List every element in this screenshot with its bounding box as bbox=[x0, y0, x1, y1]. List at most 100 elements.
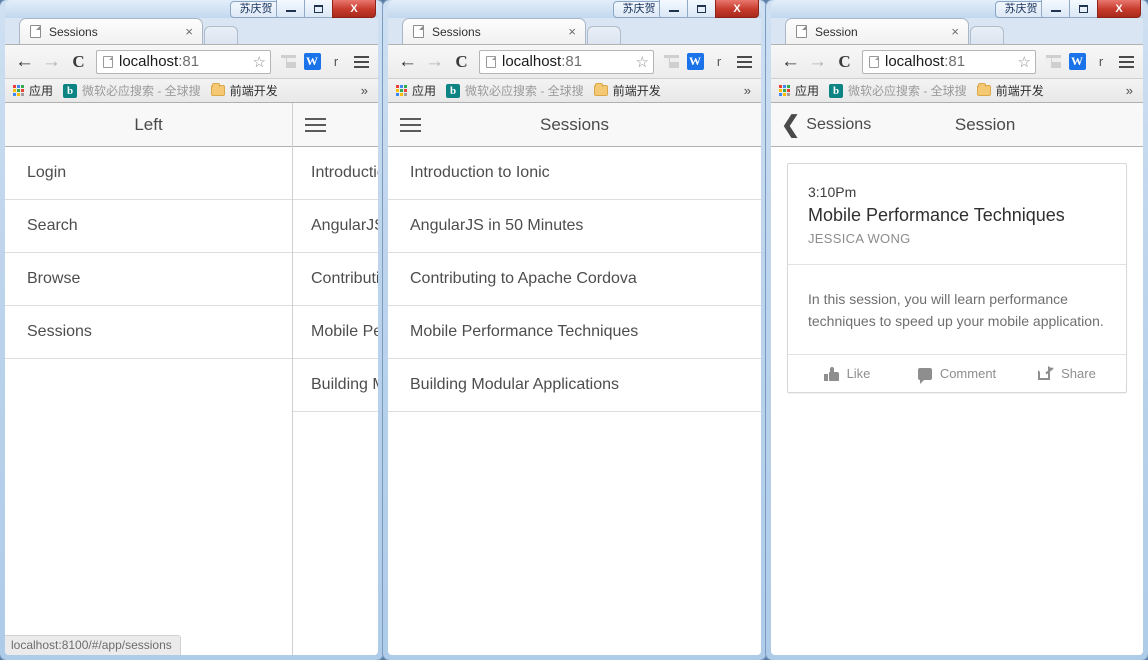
list-item[interactable]: Building Modular Applications bbox=[388, 359, 761, 412]
list-item[interactable]: Mobile Performance Techniques bbox=[293, 306, 378, 359]
minimize-button[interactable] bbox=[276, 0, 305, 18]
r-extension-icon[interactable]: r bbox=[1090, 50, 1112, 74]
user-badge[interactable]: 苏庆贺 bbox=[613, 1, 665, 18]
tab-strip: Sessions × bbox=[388, 18, 761, 44]
bookmark-apps-label: 应用 bbox=[412, 84, 437, 98]
address-bar[interactable]: localhost:81 ☆ bbox=[862, 49, 1036, 74]
session-time: 3:10Pm bbox=[808, 184, 857, 200]
title-bar[interactable]: 苏庆贺 X bbox=[5, 0, 378, 18]
address-bar[interactable]: localhost:81 ☆ bbox=[479, 49, 654, 74]
bookmark-folder[interactable]: 前端开发 bbox=[976, 82, 1044, 99]
share-label: Share bbox=[1061, 366, 1096, 382]
word-extension-icon[interactable]: W bbox=[1066, 50, 1088, 74]
tab-close-icon[interactable]: × bbox=[948, 24, 962, 39]
browser-menu-icon[interactable] bbox=[1114, 55, 1136, 68]
close-button[interactable]: X bbox=[715, 0, 759, 18]
address-text: localhost:81 bbox=[119, 53, 200, 70]
browser-menu-icon[interactable] bbox=[732, 55, 754, 68]
bing-icon: b bbox=[829, 83, 844, 98]
sidebar-item-login[interactable]: Login bbox=[5, 147, 292, 200]
browser-menu-icon[interactable] bbox=[349, 55, 371, 68]
close-button[interactable]: X bbox=[1097, 0, 1141, 18]
close-button[interactable]: X bbox=[332, 0, 376, 18]
bookmark-folder[interactable]: 前端开发 bbox=[210, 82, 278, 99]
browser-tab[interactable]: Session × bbox=[785, 18, 969, 44]
maximize-button[interactable] bbox=[687, 0, 716, 18]
session-card-actions: Like Comment Share bbox=[788, 355, 1126, 392]
title-bar[interactable]: 苏庆贺 X bbox=[388, 0, 761, 18]
sidebar-item-browse[interactable]: Browse bbox=[5, 253, 292, 306]
panel-extension-icon[interactable] bbox=[277, 50, 299, 74]
comment-button[interactable]: Comment bbox=[902, 366, 1012, 384]
hamburger-icon[interactable] bbox=[293, 117, 337, 132]
word-extension-icon[interactable]: W bbox=[684, 50, 706, 74]
forward-icon[interactable]: → bbox=[805, 49, 830, 74]
like-button[interactable]: Like bbox=[792, 366, 902, 381]
list-item[interactable]: Contributing to Apache Cordova bbox=[388, 253, 761, 306]
maximize-button[interactable] bbox=[304, 0, 333, 18]
session-card-wrap: 3:10Pm Mobile Performance Techniques JES… bbox=[771, 147, 1143, 409]
list-item[interactable]: Building Modular Applications bbox=[293, 359, 378, 412]
bookmark-bing[interactable]: b 微软必应搜索 - 全球搜 bbox=[446, 82, 584, 99]
sidebar-item-search[interactable]: Search bbox=[5, 200, 292, 253]
tab-close-icon[interactable]: × bbox=[565, 24, 579, 39]
new-tab-button[interactable] bbox=[970, 26, 1004, 44]
back-icon[interactable]: ← bbox=[778, 49, 803, 74]
back-icon[interactable]: ← bbox=[395, 49, 420, 74]
page-document-icon bbox=[413, 25, 424, 38]
tab-label: Sessions bbox=[49, 24, 98, 39]
apps-grid-icon bbox=[13, 85, 24, 96]
forward-icon[interactable]: → bbox=[422, 49, 447, 74]
r-extension-icon[interactable]: r bbox=[708, 50, 730, 74]
browser-toolbar: ← → C localhost:81 ☆ W r bbox=[388, 44, 761, 78]
window-left: 苏庆贺 X Sessions × ← → C localhost:81 ☆ W … bbox=[0, 0, 383, 660]
comment-bubble-icon bbox=[917, 367, 932, 384]
bookmark-star-icon[interactable]: ☆ bbox=[636, 53, 649, 71]
minimize-button[interactable] bbox=[659, 0, 688, 18]
list-item[interactable]: AngularJS in 50 Minutes bbox=[293, 200, 378, 253]
bookmark-apps[interactable]: 应用 bbox=[13, 82, 53, 99]
back-icon[interactable]: ← bbox=[12, 49, 37, 74]
share-button[interactable]: Share bbox=[1012, 366, 1122, 381]
word-extension-icon[interactable]: W bbox=[301, 50, 323, 74]
address-bar[interactable]: localhost:81 ☆ bbox=[96, 49, 271, 74]
user-badge[interactable]: 苏庆贺 bbox=[995, 1, 1047, 18]
bookmark-bing[interactable]: b 微软必应搜索 - 全球搜 bbox=[63, 82, 201, 99]
forward-icon[interactable]: → bbox=[39, 49, 64, 74]
hamburger-icon[interactable] bbox=[388, 117, 432, 132]
bookmark-folder[interactable]: 前端开发 bbox=[593, 82, 661, 99]
back-button[interactable]: ❮ Sessions bbox=[771, 113, 871, 136]
user-badge[interactable]: 苏庆贺 bbox=[230, 1, 282, 18]
list-item[interactable]: AngularJS in 50 Minutes bbox=[388, 200, 761, 253]
r-extension-icon[interactable]: r bbox=[325, 50, 347, 74]
back-button-label: Sessions bbox=[806, 115, 872, 133]
sidebar-item-sessions[interactable]: Sessions bbox=[5, 306, 292, 359]
minimize-button[interactable] bbox=[1041, 0, 1070, 18]
bookmarks-overflow-icon[interactable]: » bbox=[361, 83, 370, 98]
new-tab-button[interactable] bbox=[204, 26, 238, 44]
reload-icon[interactable]: C bbox=[66, 49, 91, 74]
maximize-button[interactable] bbox=[1069, 0, 1098, 18]
site-document-icon bbox=[103, 55, 113, 68]
browser-tab[interactable]: Sessions × bbox=[402, 18, 586, 44]
folder-icon bbox=[210, 83, 225, 96]
bookmarks-overflow-icon[interactable]: » bbox=[1126, 83, 1135, 98]
panel-extension-icon[interactable] bbox=[660, 50, 682, 74]
list-item[interactable]: Introduction to Ionic bbox=[388, 147, 761, 200]
bookmarks-overflow-icon[interactable]: » bbox=[744, 83, 753, 98]
list-item[interactable]: Mobile Performance Techniques bbox=[388, 306, 761, 359]
reload-icon[interactable]: C bbox=[449, 49, 474, 74]
new-tab-button[interactable] bbox=[587, 26, 621, 44]
bookmark-star-icon[interactable]: ☆ bbox=[1018, 53, 1031, 71]
reload-icon[interactable]: C bbox=[832, 49, 857, 74]
bookmark-star-icon[interactable]: ☆ bbox=[253, 53, 266, 71]
title-bar[interactable]: 苏庆贺 X bbox=[771, 0, 1143, 18]
bookmark-apps[interactable]: 应用 bbox=[779, 82, 819, 99]
bookmark-apps[interactable]: 应用 bbox=[396, 82, 436, 99]
list-item[interactable]: Introduction to Ionic bbox=[293, 147, 378, 200]
tab-close-icon[interactable]: × bbox=[182, 24, 196, 39]
panel-extension-icon[interactable] bbox=[1042, 50, 1064, 74]
bookmark-bing[interactable]: b 微软必应搜索 - 全球搜 bbox=[829, 82, 967, 99]
browser-tab[interactable]: Sessions × bbox=[19, 18, 203, 44]
list-item[interactable]: Contributing to Apache Cordova bbox=[293, 253, 378, 306]
